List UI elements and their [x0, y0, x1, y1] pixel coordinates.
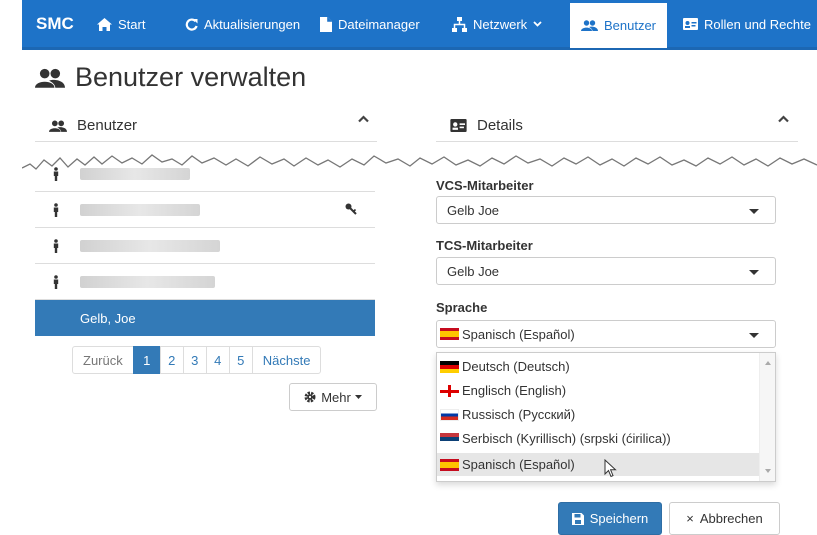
pagination-page-4[interactable]: 4 [205, 346, 230, 374]
save-button-label: Speichern [589, 511, 649, 526]
chevron-up-icon[interactable] [778, 110, 789, 126]
caret-down-icon [354, 395, 362, 399]
nav-item-start[interactable]: Start [97, 0, 145, 48]
tcs-label: TCS-Mitarbeiter [436, 238, 533, 253]
language-option-englisch[interactable]: Englisch (English) [437, 379, 759, 402]
network-icon [452, 16, 467, 32]
floppy-disk-icon [571, 512, 584, 525]
cancel-button-label: Abbrechen [699, 511, 763, 526]
language-option-label: Englisch (English) [462, 383, 567, 398]
users-icon [49, 119, 67, 132]
nav-item-rollen-und-rechte[interactable]: Rollen und Rechte [683, 0, 811, 48]
person-icon [53, 203, 59, 222]
scroll-down-arrow-icon[interactable] [765, 469, 771, 473]
user-row[interactable] [35, 264, 375, 300]
chevron-up-icon[interactable] [358, 110, 369, 126]
nav-label-rollen-und-rechte: Rollen und Rechte [704, 16, 811, 32]
nav-item-aktualisierungen[interactable]: Aktualisierungen [185, 0, 300, 48]
england-flag-icon [440, 384, 459, 397]
language-option-label: Russisch (Русский) [462, 407, 576, 422]
germany-flag-icon [440, 360, 459, 373]
dropdown-scrollbar[interactable] [759, 353, 775, 481]
user-row-selected[interactable]: Gelb, Joe [35, 300, 375, 336]
brand-logo[interactable]: SMC [36, 14, 74, 34]
language-option-russisch[interactable]: Russisch (Русский) [437, 403, 759, 426]
spain-flag-icon [440, 328, 459, 340]
refresh-icon [185, 18, 198, 31]
spain-flag-icon [440, 458, 459, 471]
top-navbar: SMC Start Aktualisierungen Dateimanager … [22, 0, 817, 50]
vcs-label: VCS-Mitarbeiter [436, 178, 534, 193]
id-card-icon [683, 18, 698, 30]
nav-label-netzwerk: Netzwerk [473, 16, 528, 32]
users-icon [580, 20, 598, 31]
page-title: Benutzer verwalten [35, 62, 306, 93]
scroll-up-arrow-icon[interactable] [765, 361, 771, 365]
redacted-user-name [80, 276, 215, 288]
redacted-user-name [80, 240, 220, 252]
users-panel-header[interactable]: Benutzer [35, 110, 377, 142]
language-option-label: Deutsch (Deutsch) [462, 359, 570, 374]
more-button[interactable]: Mehr [289, 383, 377, 411]
users-panel-title: Benutzer [77, 117, 138, 134]
person-icon [53, 167, 59, 186]
tcs-select-value: Gelb Joe [447, 263, 500, 279]
pagination-page-3[interactable]: 3 [182, 346, 207, 374]
language-option-spanisch[interactable]: Spanisch (Español) [437, 453, 759, 476]
vcs-select-value: Gelb Joe [447, 202, 500, 218]
save-button[interactable]: Speichern [558, 502, 662, 535]
pagination-page-1[interactable]: 1 [132, 346, 161, 374]
pagination-next[interactable]: Nächste [251, 346, 322, 374]
mouse-cursor-icon [604, 458, 617, 483]
caret-down-icon [749, 333, 759, 338]
user-row[interactable] [35, 228, 375, 264]
person-icon [53, 239, 59, 258]
pagination-page-5[interactable]: 5 [228, 346, 253, 374]
language-select-value: Spanisch (Español) [462, 326, 575, 342]
home-icon [97, 17, 112, 31]
redacted-user-name [80, 204, 200, 216]
cancel-button[interactable]: × Abbrechen [669, 502, 780, 535]
language-option-serbisch[interactable]: Serbisch (Kyrillisch) (srpski (ćirilica)… [437, 427, 759, 450]
users-icon [35, 68, 65, 88]
id-card-icon [450, 119, 467, 132]
file-icon [320, 16, 332, 32]
key-icon [345, 202, 357, 220]
more-button-label: Mehr [321, 389, 351, 405]
tcs-select[interactable]: Gelb Joe [436, 257, 776, 285]
nav-label-start: Start [118, 16, 146, 32]
language-option-deutsch[interactable]: Deutsch (Deutsch) [437, 355, 759, 378]
vcs-select[interactable]: Gelb Joe [436, 196, 776, 224]
language-option-label: Serbisch (Kyrillisch) (srpski (ćirilica)… [462, 431, 671, 446]
user-row[interactable] [35, 192, 375, 228]
pagination-page-2[interactable]: 2 [159, 346, 184, 374]
details-panel-header[interactable]: Details [436, 110, 798, 142]
nav-label-benutzer: Benutzer [603, 18, 657, 33]
nav-label-aktualisierungen: Aktualisierungen [204, 16, 301, 32]
page-title-text: Benutzer verwalten [75, 62, 307, 92]
russia-flag-icon [440, 408, 459, 421]
close-icon: × [686, 511, 694, 526]
person-icon [53, 275, 59, 294]
language-option-label: Spanisch (Español) [462, 457, 575, 472]
pagination: Zurück 1 2 3 4 5 Nächste [72, 346, 322, 374]
language-select[interactable]: Spanisch (Español) [436, 320, 776, 348]
nav-item-netzwerk[interactable]: Netzwerk [452, 0, 542, 48]
redacted-user-name [80, 168, 190, 180]
chevron-down-icon [533, 21, 542, 27]
serbia-flag-icon [440, 432, 459, 445]
user-row[interactable] [35, 156, 375, 192]
language-label: Sprache [436, 300, 488, 315]
gear-icon [304, 391, 316, 403]
nav-label-dateimanager: Dateimanager [338, 16, 420, 32]
caret-down-icon [749, 209, 759, 214]
nav-item-benutzer[interactable]: Benutzer [570, 0, 667, 48]
caret-down-icon [749, 270, 759, 275]
pagination-previous[interactable]: Zurück [72, 346, 134, 374]
selected-user-name: Gelb, Joe [80, 311, 136, 326]
details-panel-title: Details [477, 117, 523, 134]
nav-item-dateimanager[interactable]: Dateimanager [320, 0, 420, 48]
